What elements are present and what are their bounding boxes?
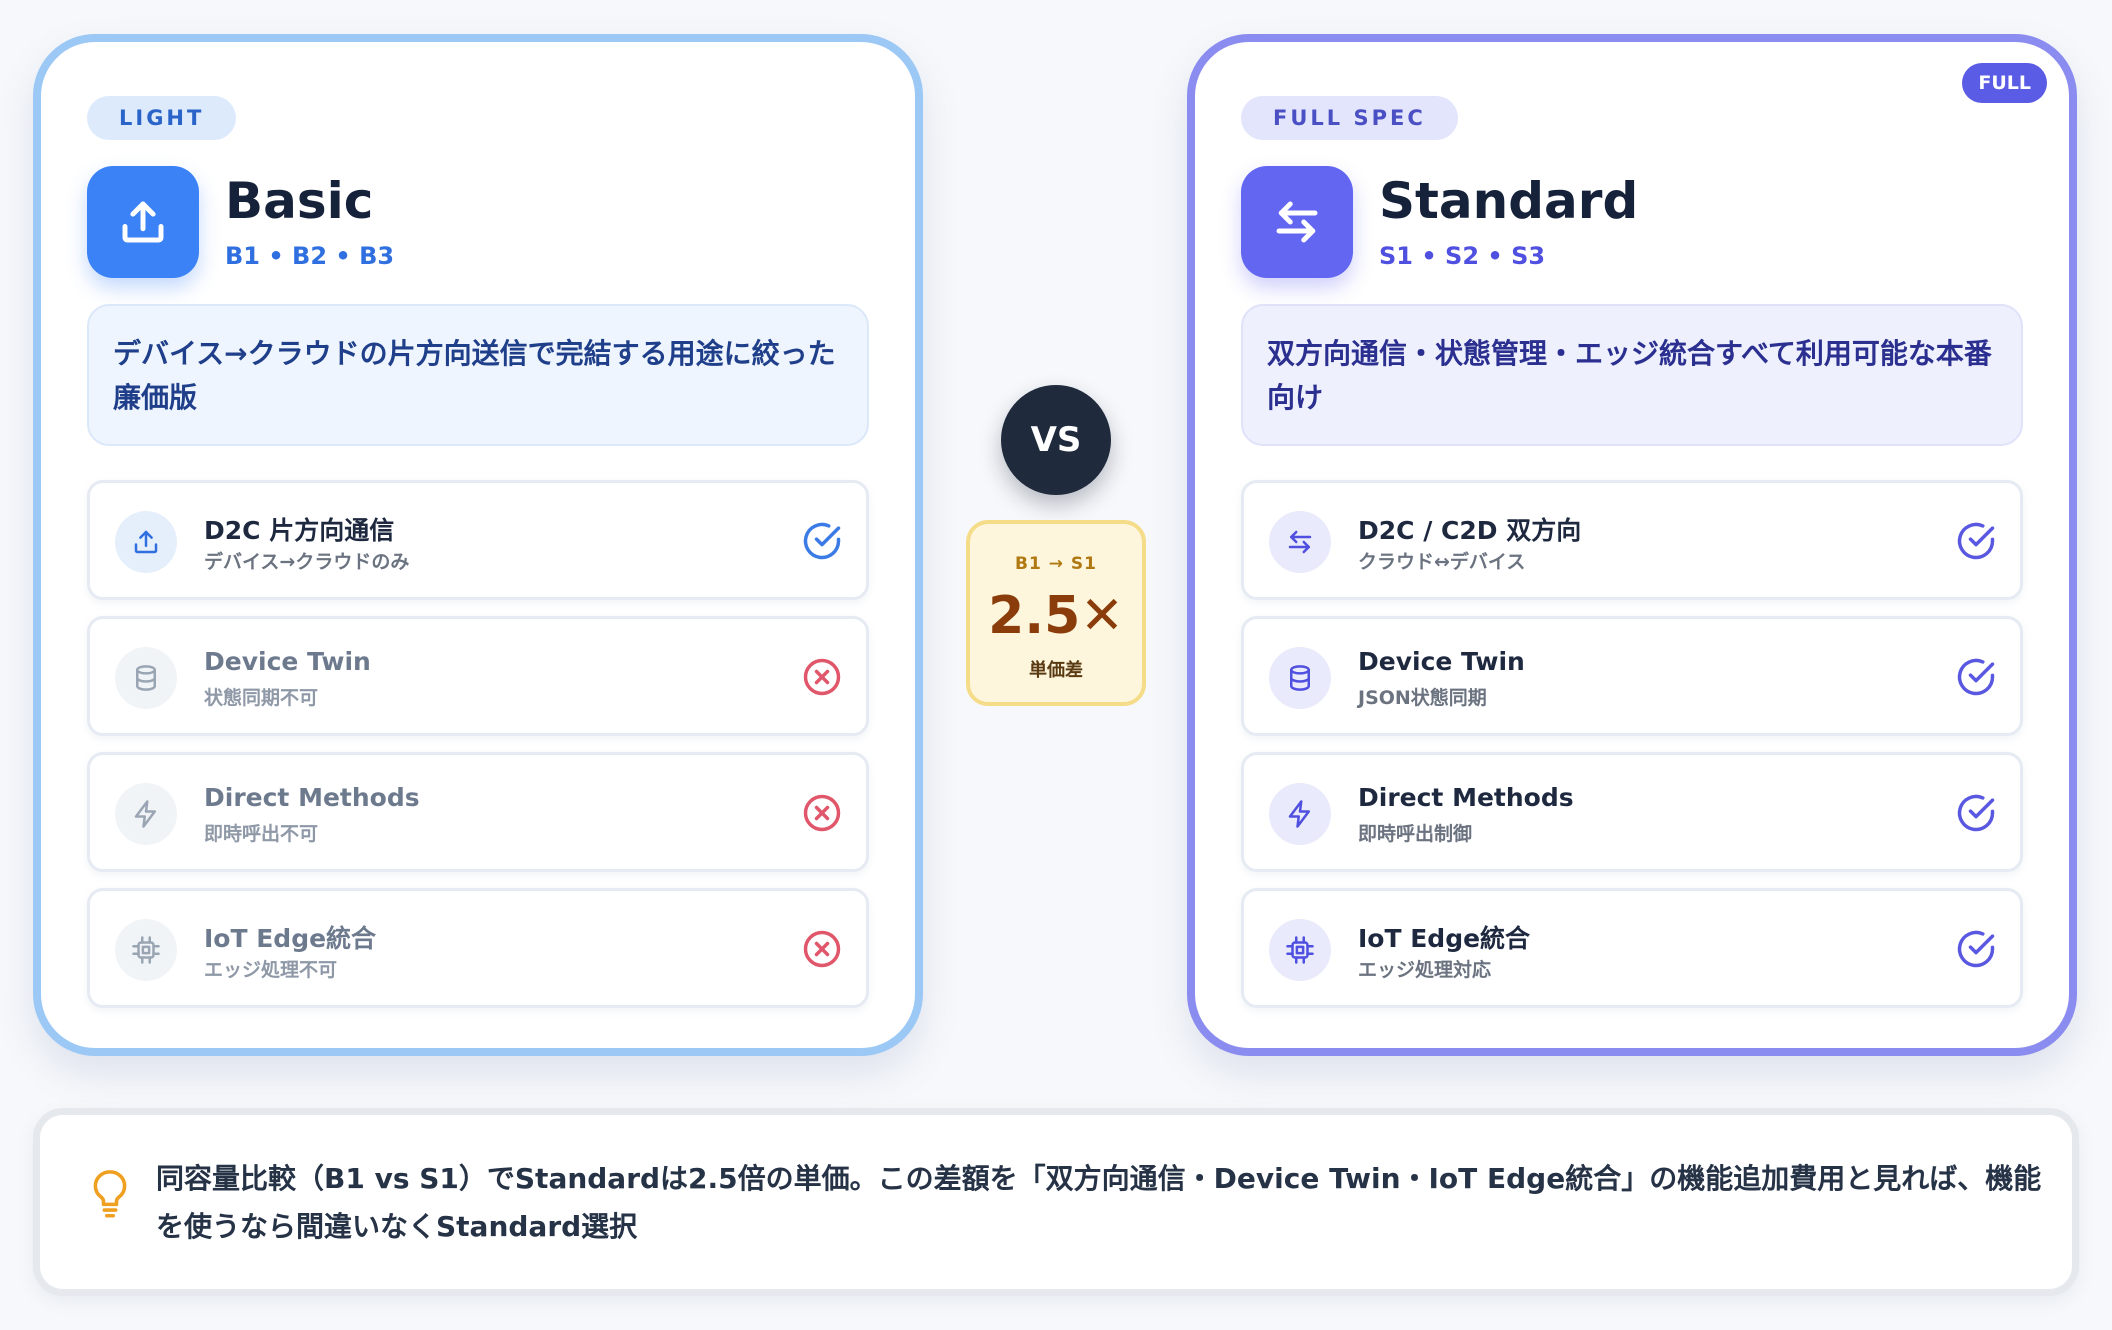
feature-title: IoT Edge統合 [1358,924,1531,953]
standard-plan-card: FULL SPEC FULL Standard S1 • S2 • S3 双方向… [1187,34,2077,1056]
database-icon [115,647,177,709]
chip-icon [115,919,177,981]
feature-subtitle: 即時呼出制御 [1358,823,1473,845]
plan-tiers: B1 • B2 • B3 [225,242,395,270]
feature-row-iot-edge: IoT Edge統合 エッジ処理不可 [87,888,869,1008]
feature-title: Direct Methods [204,783,420,812]
plan-name: Basic [225,172,374,230]
plan-description: デバイス→クラウドの片方向送信で完結する用途に絞った廉価版 [87,304,869,446]
lightning-icon [115,783,177,845]
feature-title: D2C 片方向通信 [204,516,395,545]
ratio-label: 単価差 [1029,660,1083,681]
x-circle-icon [803,794,841,832]
bidirectional-arrows-icon [1269,511,1331,573]
feature-subtitle: JSON状態同期 [1358,687,1487,709]
check-circle-icon [1957,522,1995,560]
lightbulb-icon [93,1170,127,1218]
basic-plan-card: LIGHT Basic B1 • B2 • B3 デバイス→クラウドの片方向送信… [33,34,923,1056]
lightning-icon [1269,783,1331,845]
plan-tiers: S1 • S2 • S3 [1379,242,1546,270]
chip-icon [1269,919,1331,981]
check-circle-icon [803,522,841,560]
plan-tag: LIGHT [87,96,237,140]
feature-row-device-twin: Device Twin 状態同期不可 [87,616,869,736]
feature-row-device-twin: Device Twin JSON状態同期 [1241,616,2023,736]
plan-description: 双方向通信・状態管理・エッジ統合すべて利用可能な本番向け [1241,304,2023,446]
feature-subtitle: デバイス→クラウドのみ [204,551,410,573]
x-circle-icon [803,658,841,696]
plan-name: Standard [1379,172,1639,230]
upload-icon [87,166,199,278]
bidirectional-arrows-icon [1241,166,1353,278]
feature-title: IoT Edge統合 [204,924,377,953]
feature-title: Device Twin [204,647,371,676]
note-text: 同容量比較（B1 vs S1）でStandardは2.5倍の単価。この差額を「双… [156,1162,2042,1243]
upload-icon [115,511,177,573]
feature-title: Device Twin [1358,647,1525,676]
check-circle-icon [1957,930,1995,968]
feature-subtitle: 即時呼出不可 [204,823,319,845]
price-ratio-box: B1 → S1 2.5✕ 単価差 [966,520,1146,706]
feature-row-direct-methods: Direct Methods 即時呼出不可 [87,752,869,872]
plan-tag: FULL SPEC [1241,96,1458,140]
check-circle-icon [1957,794,1995,832]
feature-subtitle: エッジ処理不可 [204,959,338,981]
vs-badge: VS [1001,385,1111,495]
ratio-comparison: B1 → S1 [1015,554,1097,574]
feature-title: D2C / C2D 双方向 [1358,516,1582,545]
feature-row-d2c: D2C 片方向通信 デバイス→クラウドのみ [87,480,869,600]
ratio-value: 2.5✕ [988,586,1124,646]
check-circle-icon [1957,658,1995,696]
full-badge: FULL [1962,63,2047,103]
insight-note: 同容量比較（B1 vs S1）でStandardは2.5倍の単価。この差額を「双… [33,1108,2079,1296]
feature-row-iot-edge: IoT Edge統合 エッジ処理対応 [1241,888,2023,1008]
feature-row-d2c-c2d: D2C / C2D 双方向 クラウド↔デバイス [1241,480,2023,600]
x-circle-icon [803,930,841,968]
feature-row-direct-methods: Direct Methods 即時呼出制御 [1241,752,2023,872]
feature-subtitle: エッジ処理対応 [1358,959,1492,981]
feature-title: Direct Methods [1358,783,1574,812]
feature-subtitle: クラウド↔デバイス [1358,551,1526,573]
database-icon [1269,647,1331,709]
feature-subtitle: 状態同期不可 [204,687,319,709]
